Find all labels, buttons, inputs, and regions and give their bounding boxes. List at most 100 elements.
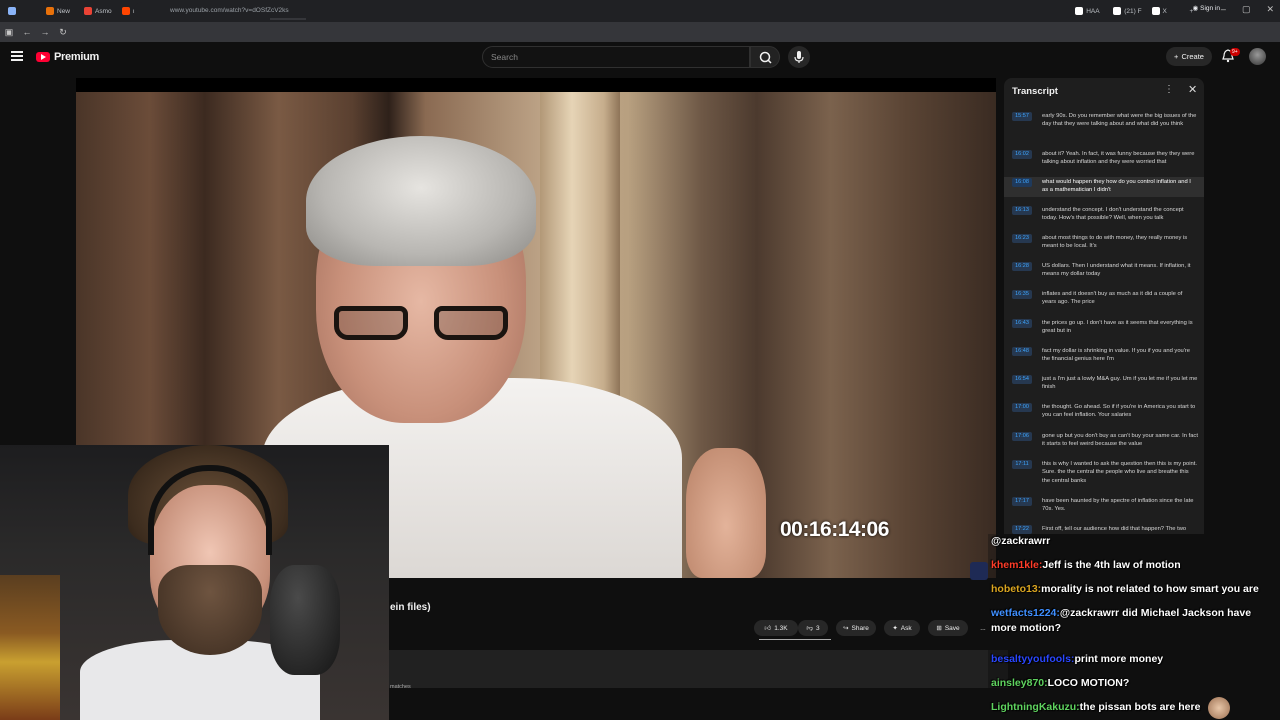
address-bar[interactable]: www.youtube.com/watch?v=dOSfZcV2ks	[134, 2, 1074, 18]
segment-timestamp[interactable]: 17:00	[1012, 403, 1032, 412]
chat-username[interactable]: ainsley870:	[991, 677, 1048, 689]
segment-text: understand the concept. I don't understa…	[1042, 207, 1184, 222]
transcript-segment[interactable]: 16:35 inflates and it doesn't buy as much…	[1004, 289, 1204, 309]
transcript-segment[interactable]: 16:54 just a I'm just a lowly M&A guy. Um…	[1004, 374, 1204, 394]
transcript-segment[interactable]: 16:28 US dollars. Then I understand what …	[1004, 261, 1204, 281]
segment-timestamp[interactable]: 17:22	[1012, 525, 1032, 534]
transcript-segment[interactable]: 16:02 about it? Yeah. In fact, it was fun…	[1004, 149, 1204, 169]
transcript-segment[interactable]: 17:22 First off, tell our audience how di…	[1004, 524, 1204, 534]
transcript-segment[interactable]: 15:57 early 90s. Do you remember what wer…	[1004, 111, 1204, 131]
channel-logo	[970, 562, 988, 580]
reload-icon[interactable]: ↻	[54, 27, 72, 38]
thumbs-up-icon: 👍︎	[764, 625, 772, 632]
glasses-lens-right	[434, 306, 508, 340]
segment-timestamp[interactable]: 17:06	[1012, 432, 1032, 441]
segment-timestamp[interactable]: 16:28	[1012, 262, 1032, 271]
chat-username[interactable]: khem1kle:	[991, 559, 1042, 571]
segment-timestamp[interactable]: 16:54	[1012, 375, 1032, 384]
forward-icon[interactable]: →	[36, 27, 54, 37]
transcript-segment[interactable]: 16:23 about most things to do with money,…	[1004, 233, 1204, 253]
webcam-streamer-beard	[158, 565, 262, 655]
chat-username[interactable]: hobeto13:	[991, 583, 1041, 595]
ask-button[interactable]: ✦ Ask	[884, 620, 920, 636]
transcript-segment[interactable]: 16:13 understand the concept. I don't und…	[1004, 205, 1204, 225]
share-label: Share	[851, 624, 869, 632]
transcript-segment[interactable]: 16:08 what would happen they how do you c…	[1004, 177, 1204, 197]
signin-label: Sign in	[1200, 5, 1220, 12]
chat-username[interactable]: besaltyyoufools:	[991, 653, 1074, 665]
chat-emote	[1208, 697, 1230, 719]
transcript-segment[interactable]: 17:00 the thought. Go ahead. So if if you…	[1004, 402, 1204, 422]
segment-timestamp[interactable]: 15:57	[1012, 112, 1032, 121]
tab-favicon-icon	[46, 7, 54, 15]
sidebar-toggle-icon[interactable]: ▣	[0, 27, 18, 38]
segment-timestamp[interactable]: 16:02	[1012, 150, 1032, 159]
chat-username[interactable]: LightningKakuzu:	[991, 701, 1080, 713]
chat-username[interactable]: wetfacts1224:	[991, 607, 1060, 619]
segment-text: fact my dollar is shrinking in value. If…	[1042, 348, 1191, 363]
transcript-segment[interactable]: 17:17 have been haunted by the spectre of…	[1004, 496, 1204, 516]
segment-timestamp[interactable]: 16:35	[1012, 290, 1032, 299]
tab-label: HAA	[1086, 7, 1100, 15]
microphone-icon	[794, 51, 804, 63]
segment-text: just a I'm just a lowly M&A guy. Um if y…	[1042, 376, 1198, 391]
more-actions-label: ...	[980, 624, 986, 632]
segment-timestamp[interactable]: 16:48	[1012, 347, 1032, 356]
webcam-background-shelf	[0, 575, 60, 720]
maximize-icon[interactable]: ▢	[1242, 4, 1251, 15]
browser-tab[interactable]: X	[1148, 2, 1184, 20]
ask-label: Ask	[900, 624, 912, 632]
menu-icon[interactable]	[11, 51, 23, 61]
tab-label: X	[1162, 7, 1167, 15]
tab-label: Asmo	[95, 7, 112, 15]
save-button[interactable]: ⊞ Save	[928, 620, 968, 636]
segment-timestamp[interactable]: 16:43	[1012, 319, 1032, 328]
browser-tab[interactable]: New	[42, 2, 78, 20]
video-subject-glasses	[334, 306, 514, 342]
matches-label: matches	[390, 684, 411, 690]
browser-tab[interactable]: Asmo	[80, 2, 116, 20]
back-icon[interactable]: ←	[18, 27, 36, 37]
segment-timestamp[interactable]: 16:08	[1012, 178, 1032, 187]
youtube-logo[interactable]: Premium	[36, 51, 99, 63]
search-matches-bar	[388, 650, 1008, 688]
chat-message: hobeto13:morality is not related to how …	[991, 582, 1277, 597]
segment-text: early 90s. Do you remember what were the…	[1042, 113, 1197, 128]
chat-message-text: Jeff is the 4th law of motion	[1042, 559, 1181, 571]
segment-timestamp[interactable]: 16:13	[1012, 206, 1032, 215]
close-transcript-icon[interactable]: ✕	[1188, 83, 1197, 96]
notification-count-badge: 9+	[1230, 48, 1240, 56]
segment-text: the prices go up. I don't have as it see…	[1042, 320, 1193, 335]
voice-search-button[interactable]	[788, 46, 810, 68]
share-button[interactable]: ↪ Share	[836, 620, 876, 636]
create-button[interactable]: + Create	[1166, 47, 1212, 66]
url-text: www.youtube.com/watch?v=dOSfZcV2ks	[170, 6, 289, 14]
browser-signin-button[interactable]: ◉ Sign in	[1193, 4, 1220, 12]
transcript-segment[interactable]: 16:48 fact my dollar is shrinking in valu…	[1004, 346, 1204, 366]
chat-message-text: the pissan bots are here	[1079, 701, 1201, 713]
search-placeholder: Search	[491, 52, 518, 62]
chat-message: khem1kle:Jeff is the 4th law of motion	[991, 558, 1277, 573]
segment-timestamp[interactable]: 17:17	[1012, 497, 1032, 506]
video-info-area: ein files) 👍︎ 1.3K 👎︎ 3 ↪ Share ✦ Ask ⊞ …	[388, 590, 1008, 720]
browser-tab[interactable]: (21) F	[1109, 2, 1145, 20]
transcript-segment[interactable]: 17:06 gone up but you don't buy as can't …	[1004, 431, 1204, 451]
segment-timestamp[interactable]: 17:11	[1012, 460, 1032, 469]
close-window-icon[interactable]: ✕	[1266, 4, 1274, 15]
chat-message-text: LOCO MOTION?	[1047, 677, 1130, 689]
tab-label: (21) F	[1124, 7, 1142, 15]
segment-timestamp[interactable]: 16:23	[1012, 234, 1032, 243]
account-avatar[interactable]	[1249, 48, 1266, 65]
dislike-button[interactable]: 👎︎ 3	[798, 620, 828, 636]
transcript-segment[interactable]: 17:11 this is why I wanted to ask the que…	[1004, 459, 1204, 487]
browser-tab[interactable]	[4, 2, 40, 20]
more-options-icon[interactable]: ⋮	[1164, 84, 1174, 95]
like-button[interactable]: 👍︎ 1.3K	[754, 620, 798, 636]
transcript-segment[interactable]: 16:43 the prices go up. I don't have as i…	[1004, 318, 1204, 338]
video-title: ein files)	[390, 602, 431, 613]
search-button[interactable]	[750, 46, 780, 68]
window-controls: – ▢ ✕	[1221, 4, 1274, 15]
browser-tab[interactable]: HAA	[1071, 2, 1107, 20]
minimize-icon[interactable]: –	[1221, 4, 1226, 15]
search-input[interactable]: Search	[482, 46, 750, 68]
